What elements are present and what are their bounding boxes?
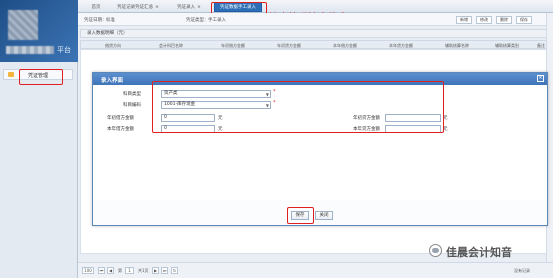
tab-voucher-summary[interactable]: 凭证记录凭证汇总 × [112,2,164,12]
pagination-bar: 100 ⏮ ◀ 第 1 共1页 ▶ ⏭ ↻ 没有记录 [78,262,553,278]
tab-label: 凭证记录凭证汇总 [117,5,154,10]
current-debit-label: 本年借方金额 [107,127,134,132]
wechat-logo-icon [429,244,442,257]
tab-voucher-entry[interactable]: 凭证录入 × [170,2,208,12]
grid-title: 录入数据明细（元） [80,29,550,38]
add-button[interactable]: 新增 [456,16,472,24]
close-icon[interactable]: × [197,5,201,10]
dialog-title: 录入界面 [101,78,124,84]
close-icon[interactable]: × [537,75,544,82]
tab-label: 首页 [91,5,101,10]
opening-debit-label: 年初借方金额 [107,116,134,121]
record-count: 没有记录 [514,268,530,273]
close-icon[interactable]: × [155,5,159,10]
page-label: 第 [118,268,122,273]
type-label: 凭证类型： [186,18,209,23]
logo-blurred [6,46,54,54]
subject-type-label: 科目类型 [123,92,141,97]
tab-label: 凭证录入 [177,5,196,10]
tab-home[interactable]: 首页 [86,2,106,12]
folder-icon [8,72,14,77]
close-button[interactable]: 关闭 [315,211,333,220]
last-page-button[interactable]: ⏭ [161,267,168,274]
page-of: 共1页 [138,268,149,273]
prev-page-button[interactable]: ◀ [107,267,114,274]
highlight-box-form [152,81,444,133]
subject-code-label: 科目编码 [123,103,141,108]
sidebar: 平台 凭证管理 [0,0,78,278]
highlight-box-save [287,207,314,224]
platform-text: 平台 [57,46,71,54]
edit-button[interactable]: 修改 [476,16,492,24]
page-number-input[interactable]: 1 [125,267,134,274]
sidebar-menu: 凭证管理 [0,62,78,278]
delete-button[interactable]: 删除 [496,16,512,24]
brand-watermark: 佳晨会计知音 [446,246,512,259]
grid-header: 借贷方向 会计科目名称 年初借方金额 年初贷方金额 本年借方金额 本年贷方金额 … [80,40,550,49]
page-size-select[interactable]: 100 [82,267,94,274]
toolbar: 凭证日期： 标准 凭证类型： 手工录入 新增 修改 删除 保存 [78,13,553,26]
period-label: 凭证日期： [84,18,107,23]
period-value[interactable]: 标准 [106,17,115,23]
first-page-button[interactable]: ⏮ [98,267,105,274]
next-page-button[interactable]: ▶ [152,267,159,274]
avatar [8,10,38,40]
logo-area: 平台 [0,0,78,62]
highlight-box-menu [19,69,63,85]
refresh-icon[interactable]: ↻ [171,267,178,274]
type-value[interactable]: 手工录入 [208,17,226,23]
save-toolbar-button[interactable]: 保存 [516,16,532,24]
